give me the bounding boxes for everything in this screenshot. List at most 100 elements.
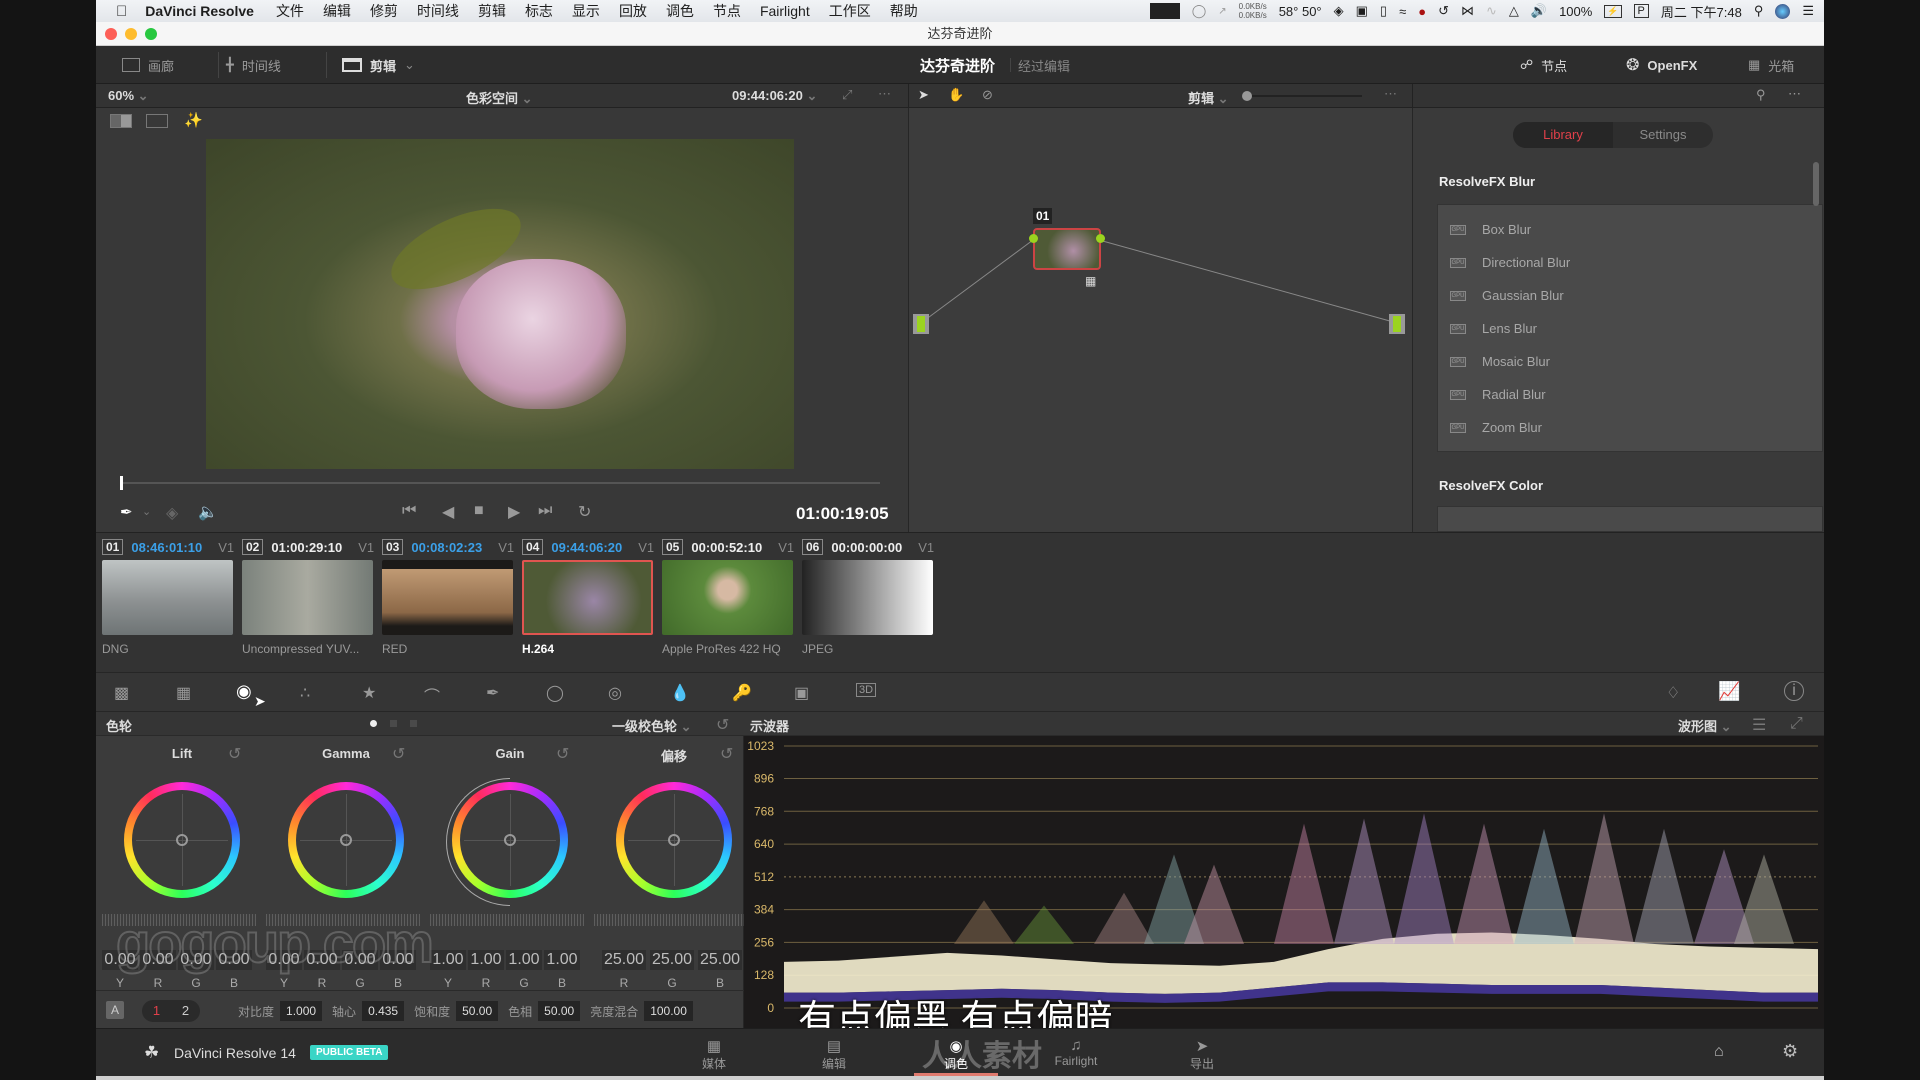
fx-search-icon[interactable]: ⚲ xyxy=(1756,87,1766,103)
page-tab-edit[interactable]: ▤ 编辑 xyxy=(804,1037,864,1072)
sizing-icon[interactable]: ▣ xyxy=(794,683,809,703)
info-icon[interactable]: i xyxy=(1784,681,1804,701)
hue-ring[interactable] xyxy=(124,782,240,898)
bluetooth-icon[interactable]: ⋈ xyxy=(1461,3,1474,19)
volume-icon[interactable]: 🔈 xyxy=(198,502,218,522)
mouse-icon[interactable]: ▯ xyxy=(1380,3,1387,19)
source-timecode-dropdown[interactable]: 09:44:06:20 ⌄ xyxy=(732,88,817,104)
wheel-value-field[interactable]: 1.00 xyxy=(544,950,580,970)
blur-icon[interactable]: 💧 xyxy=(670,683,690,703)
bypass-icon[interactable]: ⊘ xyxy=(982,87,993,103)
master-wheel-slider[interactable] xyxy=(430,914,584,926)
wheel-puck[interactable] xyxy=(176,834,188,846)
close-window-button[interactable] xyxy=(105,28,117,40)
clip-thumbnail[interactable] xyxy=(522,560,653,635)
node-output[interactable] xyxy=(1389,314,1405,334)
grid-guide-icon[interactable] xyxy=(146,114,168,128)
wheel-puck[interactable] xyxy=(668,834,680,846)
clock[interactable]: 周二 下午7:48 xyxy=(1661,2,1742,21)
pointer-tool-icon[interactable]: ➤ xyxy=(918,87,929,103)
scope-settings-icon[interactable]: ☰ xyxy=(1752,715,1766,735)
auto-balance-button[interactable]: A xyxy=(106,1001,124,1019)
param-value-field[interactable]: 50.00 xyxy=(538,1001,581,1021)
wheel-value-field[interactable]: 1.00 xyxy=(506,950,542,970)
node-input-source[interactable] xyxy=(913,314,929,334)
clips-button[interactable]: 剪辑 ⌄ xyxy=(342,46,415,84)
tab-library[interactable]: Library xyxy=(1513,122,1613,148)
battery-icon[interactable]: ⚡ xyxy=(1604,4,1622,18)
scopes-icon[interactable]: 📈 xyxy=(1718,681,1740,702)
status-icon[interactable]: ≈ xyxy=(1399,4,1406,19)
record-icon[interactable]: ● xyxy=(1418,4,1426,19)
fx-item[interactable]: GPU Radial Blur xyxy=(1438,378,1822,411)
split-wipe-icon[interactable] xyxy=(110,114,132,128)
loop-icon[interactable]: ↻ xyxy=(578,502,591,522)
page-tab-deliver[interactable]: ➤ 导出 xyxy=(1172,1037,1232,1072)
power-window-icon[interactable]: ◯ xyxy=(546,683,564,703)
menu-view[interactable]: 显示 xyxy=(572,1,600,21)
notification-center-icon[interactable]: ☰ xyxy=(1802,3,1814,19)
timeline-scrubber[interactable] xyxy=(120,476,880,490)
cpu-monitor-icon[interactable] xyxy=(1149,3,1180,19)
hue-ring[interactable] xyxy=(616,782,732,898)
hue-ring[interactable] xyxy=(288,782,404,898)
openfx-button[interactable]: ❂ OpenFX xyxy=(1626,46,1697,84)
color-dots-icon[interactable]: ♢ xyxy=(1666,683,1680,703)
scope-mode-dropdown[interactable]: 波形图 ⌄ xyxy=(1678,716,1732,735)
page-1-button[interactable]: 1 xyxy=(142,1000,171,1022)
param-value-field[interactable]: 0.435 xyxy=(362,1001,405,1021)
qualifier-icon[interactable]: ✒ xyxy=(486,683,499,703)
page-tab-color[interactable]: ◉ 调色 xyxy=(914,1037,998,1077)
sync-icon[interactable]: ◈ xyxy=(1334,3,1344,19)
menu-help[interactable]: 帮助 xyxy=(890,1,918,21)
page-tab-fairlight[interactable]: ♫ Fairlight xyxy=(1046,1037,1106,1068)
wheel-mode-dropdown[interactable]: 一级校色轮 ⌄ xyxy=(612,716,692,735)
settings-gear-icon[interactable]: ⚙ xyxy=(1782,1041,1798,1062)
menu-nodes[interactable]: 节点 xyxy=(713,1,741,21)
play-icon[interactable]: ▶ xyxy=(508,502,520,522)
fx-item[interactable]: GPU Gaussian Blur xyxy=(1438,279,1822,312)
scope-expand-icon[interactable]: ⤢ xyxy=(1790,715,1803,733)
video-frame[interactable] xyxy=(206,139,794,469)
node-editor[interactable]: 01 ▦ xyxy=(908,108,1412,532)
page-2-button[interactable]: 2 xyxy=(171,1000,200,1022)
clip-thumbnail[interactable] xyxy=(102,560,233,635)
viewer-options-icon[interactable]: ⋯ xyxy=(878,86,891,102)
menu-edit[interactable]: 编辑 xyxy=(323,1,351,21)
nodes-button[interactable]: ☍ 节点 xyxy=(1520,46,1567,84)
clip-thumbnail[interactable] xyxy=(802,560,933,635)
zoom-level-dropdown[interactable]: 60% ⌄ xyxy=(108,88,149,104)
clip-thumbnail[interactable] xyxy=(242,560,373,635)
reset-wheel-icon[interactable]: ↺ xyxy=(228,744,241,764)
volume-icon[interactable]: 🔊 xyxy=(1531,3,1547,19)
fullscreen-icon[interactable]: ⤢ xyxy=(842,87,852,103)
fx-item[interactable]: GPU Mosaic Blur xyxy=(1438,345,1822,378)
input-method-icon[interactable]: P xyxy=(1633,4,1649,18)
layers-icon[interactable]: ◈ xyxy=(166,503,178,523)
param-value-field[interactable]: 100.00 xyxy=(644,1001,693,1021)
menu-workspace[interactable]: 工作区 xyxy=(829,1,871,21)
highlight-wand-icon[interactable]: ✨ xyxy=(184,111,203,129)
node-01[interactable] xyxy=(1029,228,1105,270)
node-output-port[interactable] xyxy=(1096,234,1105,243)
display-icon[interactable]: ▣ xyxy=(1356,3,1368,19)
creative-cloud-icon[interactable]: ◯ xyxy=(1192,3,1207,19)
node-input-port[interactable] xyxy=(1029,234,1038,243)
curves-icon[interactable]: ⌒ xyxy=(424,683,440,707)
wheel-puck[interactable] xyxy=(504,834,516,846)
spotlight-search-icon[interactable]: ⚲ xyxy=(1754,3,1764,19)
page-dot-active[interactable] xyxy=(370,720,377,727)
wheel-puck[interactable] xyxy=(340,834,352,846)
camera-raw-icon[interactable]: ▩ xyxy=(114,683,129,703)
lightbox-button[interactable]: ▦ 光箱 xyxy=(1748,46,1794,84)
menu-clip[interactable]: 剪辑 xyxy=(478,1,506,21)
param-value-field[interactable]: 1.000 xyxy=(280,1001,323,1021)
key-icon[interactable]: 🔑 xyxy=(732,683,752,703)
menu-color[interactable]: 调色 xyxy=(666,1,694,21)
tab-settings[interactable]: Settings xyxy=(1613,122,1713,148)
wheel-value-field[interactable]: 25.00 xyxy=(650,950,694,970)
menu-app-name[interactable]: DaVinci Resolve xyxy=(145,3,254,19)
reset-all-icon[interactable]: ↺ xyxy=(716,715,729,735)
page-dot[interactable] xyxy=(410,720,417,727)
stop-icon[interactable]: ■ xyxy=(474,502,484,520)
